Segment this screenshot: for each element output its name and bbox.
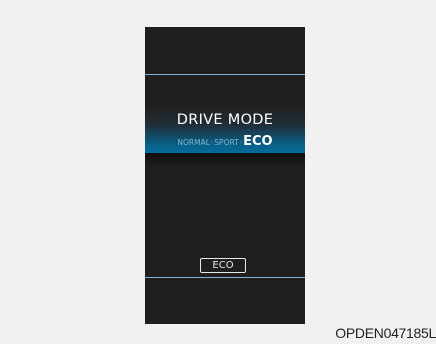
figure-code: OPDEN047185L bbox=[335, 325, 436, 341]
drive-mode-title: DRIVE MODE bbox=[176, 112, 274, 128]
bottom-divider-line bbox=[145, 277, 305, 278]
top-divider-line bbox=[145, 74, 305, 75]
drive-mode-options: NORMAL·SPORT·ECO bbox=[145, 130, 305, 149]
mode-eco-selected: ECO bbox=[243, 134, 273, 149]
instrument-cluster-display: DRIVE MODE NORMAL·SPORT·ECO ECO bbox=[145, 27, 305, 324]
highlight-shadow bbox=[145, 153, 305, 167]
eco-mode-indicator: ECO bbox=[200, 258, 246, 273]
mode-normal: NORMAL bbox=[177, 138, 210, 147]
mode-sport: SPORT bbox=[214, 138, 239, 147]
